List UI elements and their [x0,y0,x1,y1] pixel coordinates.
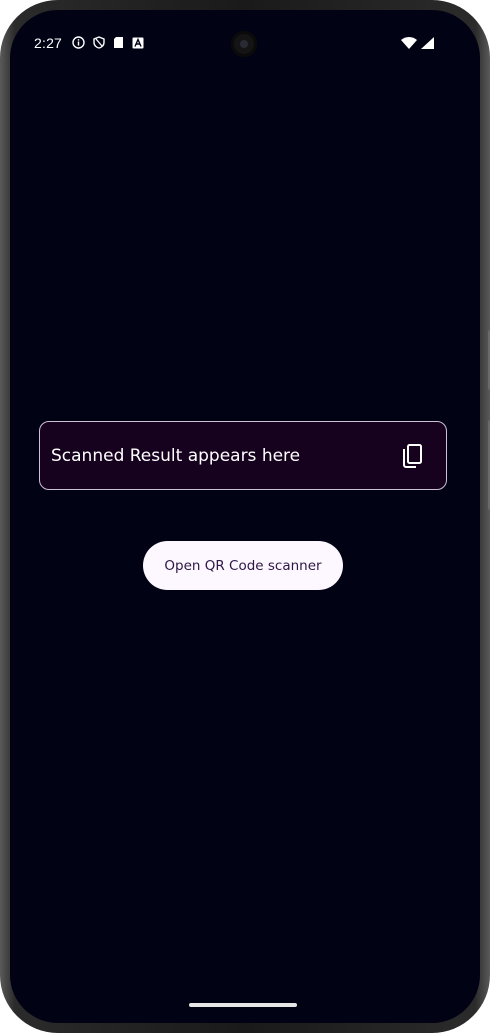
status-time: 2:27 [34,35,63,51]
screen: 2:27 Scanned Result appears here Open QR… [10,10,480,1023]
shield-icon [93,36,105,49]
phone-frame: 2:27 Scanned Result appears here Open QR… [0,0,490,1033]
sd-card-icon [113,36,124,49]
home-indicator[interactable] [189,1003,297,1007]
font-a-icon [132,37,144,49]
cell-signal-icon [421,36,434,54]
front-camera [231,31,257,57]
notification-icons [72,36,144,49]
copy-icon[interactable] [398,442,426,470]
scanned-result-field[interactable]: Scanned Result appears here [39,421,447,490]
status-bar: 2:27 [10,10,480,74]
system-status-icons [401,36,434,54]
open-qr-scanner-button[interactable]: Open QR Code scanner [143,541,343,590]
scanned-result-text: Scanned Result appears here [51,445,301,466]
wifi-icon [401,36,417,54]
info-icon [72,36,85,49]
